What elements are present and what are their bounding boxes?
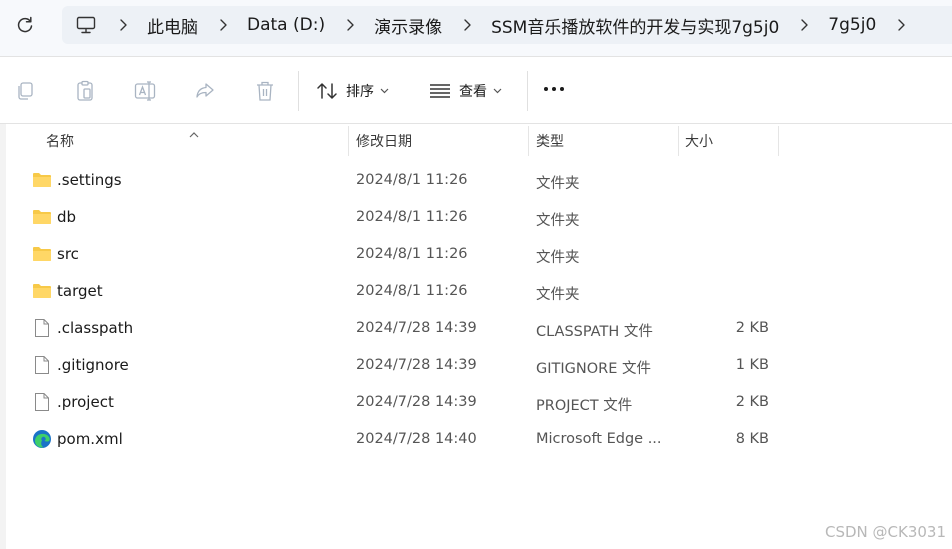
sort-ascending-icon (188, 124, 200, 143)
sort-icon (317, 83, 337, 99)
file-row[interactable]: .gitignore 2024/7/28 14:39 GITIGNORE 文件 … (0, 347, 952, 384)
chevron-right-icon[interactable] (797, 18, 811, 32)
column-size[interactable]: 大小 (685, 124, 713, 158)
file-row[interactable]: .settings 2024/8/1 11:26 文件夹 (0, 162, 952, 199)
folder-icon (32, 207, 52, 227)
chevron-right-icon[interactable] (216, 18, 230, 32)
file-type: PROJECT 文件 (536, 398, 633, 414)
file-date: 2024/7/28 14:39 (356, 320, 477, 336)
rename-icon (134, 81, 156, 101)
column-divider[interactable] (528, 126, 529, 156)
more-dot-icon (560, 87, 564, 91)
column-header: 名称 修改日期 类型 大小 (0, 124, 952, 158)
share-button[interactable] (193, 79, 217, 103)
column-divider[interactable] (678, 126, 679, 156)
folder-icon (32, 170, 52, 190)
computer-icon[interactable] (76, 14, 98, 36)
edge-icon (32, 429, 52, 449)
sort-button[interactable]: 排序 (316, 77, 389, 105)
toolbar-divider (298, 71, 299, 111)
watermark: CSDN @CK3031 (824, 523, 946, 541)
breadcrumb-folder-demo[interactable]: 演示录像 (374, 13, 442, 38)
chevron-down-icon (380, 88, 389, 94)
file-name: .gitignore (57, 356, 129, 374)
trash-icon (257, 81, 273, 101)
command-bar: 排序 查看 (0, 56, 952, 124)
file-list: .settings 2024/8/1 11:26 文件夹 db 2024/8/1… (0, 162, 952, 458)
file-row[interactable]: src 2024/8/1 11:26 文件夹 (0, 236, 952, 273)
delete-button[interactable] (253, 79, 277, 103)
file-name: .project (57, 393, 114, 411)
copy-icon (18, 82, 33, 100)
copy-button[interactable] (13, 79, 37, 103)
breadcrumb-this-pc[interactable]: 此电脑 (147, 13, 198, 38)
file-icon (32, 355, 52, 375)
view-label: 查看 (459, 84, 487, 100)
file-size: 8 KB (735, 431, 769, 447)
refresh-button[interactable] (12, 12, 38, 38)
file-type: 文件夹 (536, 287, 580, 303)
address-bar[interactable]: 此电脑 Data (D:) 演示录像 SSM音乐播放软件的开发与实现7g5j0 … (62, 6, 952, 44)
file-row[interactable]: target 2024/8/1 11:26 文件夹 (0, 273, 952, 310)
clipboard-icon (77, 80, 93, 101)
breadcrumb-folder-current[interactable]: 7g5j0 (828, 15, 876, 35)
file-date: 2024/8/1 11:26 (356, 172, 468, 188)
breadcrumb-drive[interactable]: Data (D:) (247, 15, 325, 35)
file-name: db (57, 208, 77, 226)
more-dot-icon (544, 87, 548, 91)
breadcrumb-folder-project[interactable]: SSM音乐播放软件的开发与实现7g5j0 (491, 13, 779, 38)
chevron-right-icon[interactable] (116, 18, 130, 32)
file-date: 2024/8/1 11:26 (356, 209, 468, 225)
column-type[interactable]: 类型 (536, 124, 564, 158)
folder-icon (32, 244, 52, 264)
file-size: 2 KB (735, 394, 769, 410)
file-name: pom.xml (57, 430, 123, 448)
file-type: 文件夹 (536, 250, 580, 266)
share-icon (196, 83, 214, 98)
view-list-icon (430, 84, 450, 98)
file-name: target (57, 282, 103, 300)
file-name: src (57, 245, 79, 263)
file-size: 2 KB (735, 320, 769, 336)
column-name[interactable]: 名称 (46, 124, 74, 158)
file-size: 1 KB (735, 357, 769, 373)
file-type: CLASSPATH 文件 (536, 324, 653, 340)
toolbar-divider (527, 71, 528, 111)
refresh-icon (17, 16, 33, 33)
file-icon (32, 318, 52, 338)
file-row[interactable]: .project 2024/7/28 14:39 PROJECT 文件 2 KB (0, 384, 952, 421)
file-date: 2024/7/28 14:40 (356, 431, 477, 447)
file-row[interactable]: pom.xml 2024/7/28 14:40 Microsoft Edge .… (0, 421, 952, 458)
chevron-right-icon[interactable] (460, 18, 474, 32)
more-options-button[interactable] (544, 87, 564, 91)
file-row[interactable]: db 2024/8/1 11:26 文件夹 (0, 199, 952, 236)
address-area: 此电脑 Data (D:) 演示录像 SSM音乐播放软件的开发与实现7g5j0 … (0, 0, 952, 56)
view-button[interactable]: 查看 (429, 77, 502, 105)
chevron-down-icon (493, 88, 502, 94)
file-date: 2024/8/1 11:26 (356, 246, 468, 262)
chevron-right-icon[interactable] (343, 18, 357, 32)
column-divider[interactable] (348, 126, 349, 156)
paste-button[interactable] (73, 79, 97, 103)
file-name: .settings (57, 171, 122, 189)
file-type: 文件夹 (536, 176, 580, 192)
file-date: 2024/8/1 11:26 (356, 283, 468, 299)
file-date: 2024/7/28 14:39 (356, 357, 477, 373)
file-name: .classpath (57, 319, 134, 337)
sort-label: 排序 (346, 84, 374, 100)
column-divider[interactable] (778, 126, 779, 156)
file-icon (32, 392, 52, 412)
file-row[interactable]: .classpath 2024/7/28 14:39 CLASSPATH 文件 … (0, 310, 952, 347)
file-type: GITIGNORE 文件 (536, 361, 651, 377)
more-dot-icon (552, 87, 556, 91)
file-type: 文件夹 (536, 213, 580, 229)
chevron-right-icon[interactable] (894, 18, 908, 32)
folder-icon (32, 281, 52, 301)
file-date: 2024/7/28 14:39 (356, 394, 477, 410)
column-date[interactable]: 修改日期 (356, 124, 412, 158)
file-type: Microsoft Edge ... (536, 431, 662, 447)
rename-button[interactable] (133, 79, 157, 103)
